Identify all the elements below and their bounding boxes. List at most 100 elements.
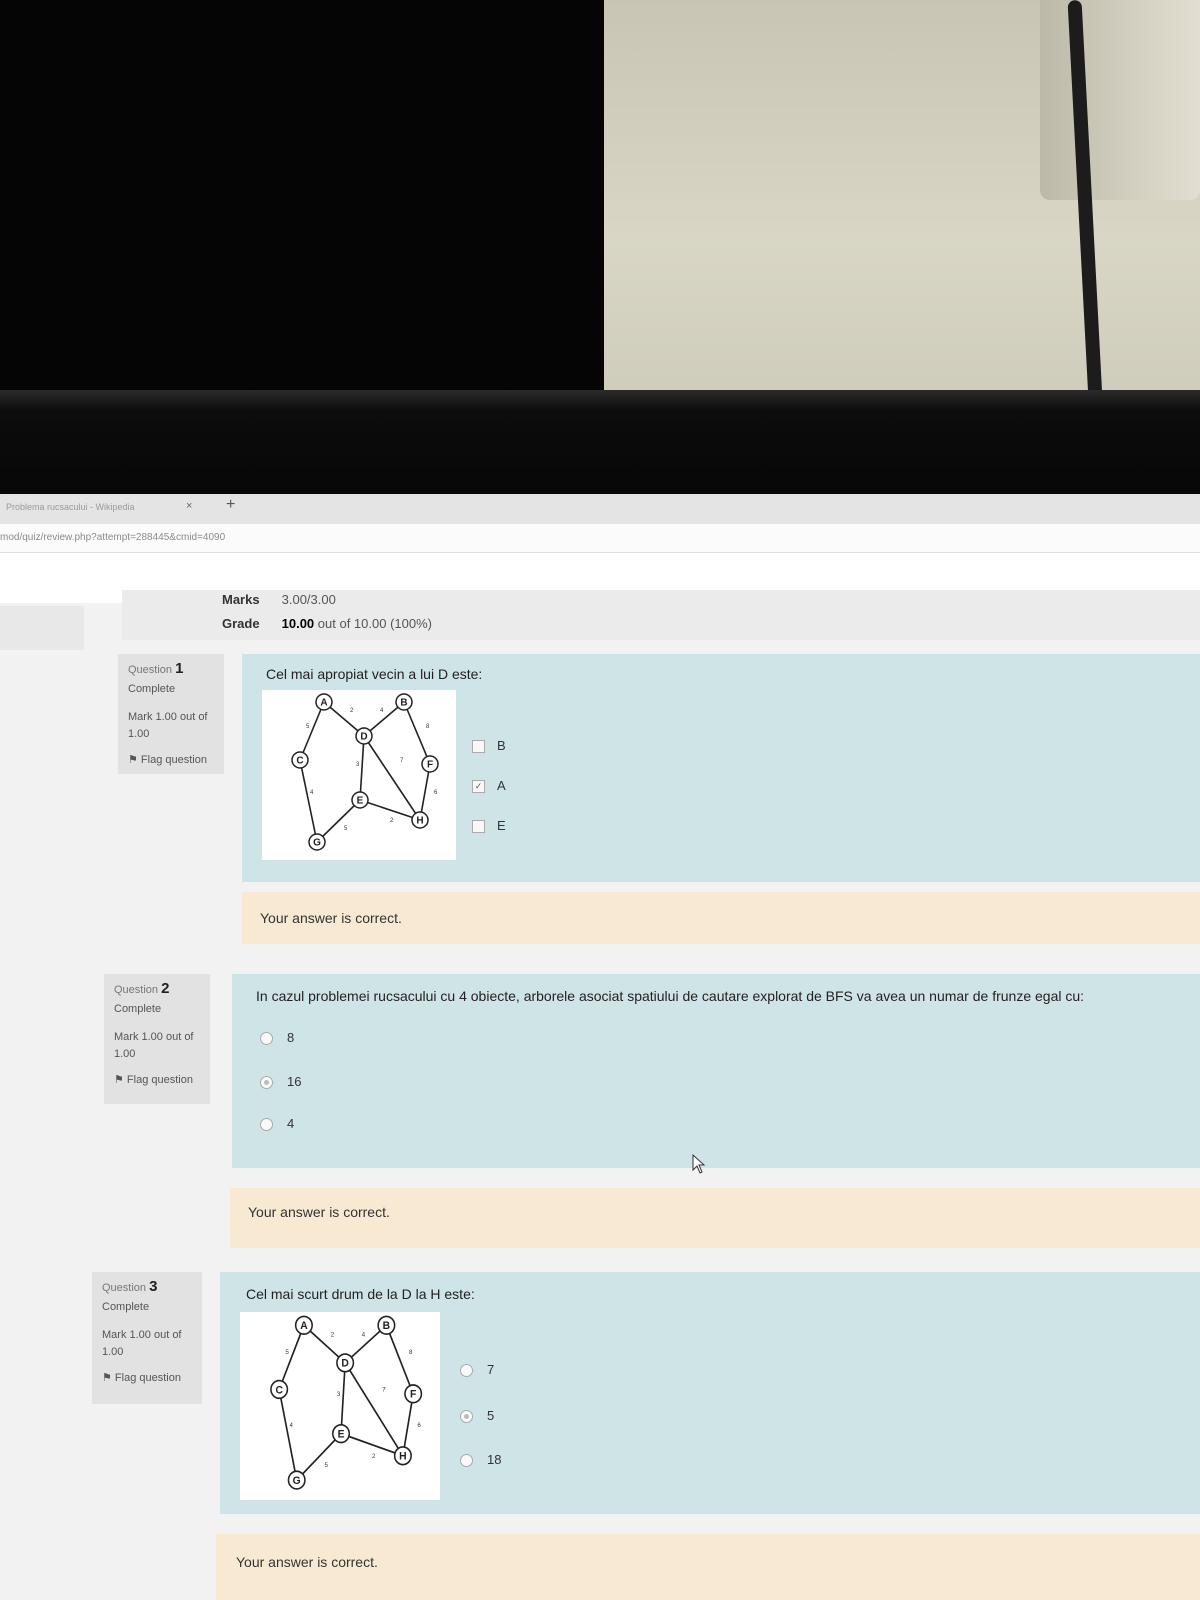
- graph-edge: [278, 1389, 298, 1481]
- answer-option[interactable]: 7: [460, 1362, 494, 1378]
- grade-row: Grade 10.00 out of 10.00 (100%): [222, 616, 432, 631]
- question-info-3: Question 3 Complete Mark 1.00 out of 1.0…: [92, 1272, 202, 1404]
- node-label: A: [300, 1320, 308, 1332]
- node-label: F: [427, 760, 433, 771]
- edge-weight: 6: [417, 1422, 421, 1429]
- node-label: B: [400, 698, 407, 709]
- node-label: C: [275, 1384, 283, 1396]
- question-state: Complete: [128, 683, 176, 695]
- node-label: D: [341, 1357, 349, 1369]
- tab-close-icon[interactable]: ×: [186, 500, 192, 512]
- question-state: Complete: [114, 1003, 162, 1015]
- graph-image: 5 2 4 8 3 7 4 6 5 2 A B C D E F G H: [262, 690, 456, 860]
- left-block: [0, 606, 84, 650]
- browser-tab[interactable]: Problema rucsacului - Wikipedia: [6, 502, 135, 512]
- feedback-text: Your answer is correct.: [236, 1554, 378, 1570]
- grade-label: Grade: [222, 616, 260, 631]
- question-mark: Mark 1.00 out of 1.00: [102, 1329, 182, 1358]
- node-label: E: [357, 796, 364, 807]
- question-box-3: Cel mai scurt drum de la D la H este: 5 2…: [220, 1272, 1200, 1514]
- answer-option[interactable]: 5: [460, 1408, 494, 1424]
- edge-weight: 4: [380, 708, 384, 714]
- edge-weight: 7: [382, 1386, 386, 1393]
- edge-weight: 4: [310, 790, 314, 796]
- checkbox-icon[interactable]: [472, 820, 485, 834]
- flag-question-link[interactable]: ⚑ Flag question: [114, 1073, 200, 1086]
- flag-question-link[interactable]: ⚑ Flag question: [102, 1371, 192, 1384]
- edge-weight: 8: [426, 724, 430, 730]
- answer-option[interactable]: 16: [260, 1074, 301, 1090]
- edge-weight: 5: [344, 826, 348, 832]
- feedback-text: Your answer is correct.: [260, 910, 402, 926]
- graph-edge: [340, 1362, 346, 1434]
- question-number: Question 3: [102, 1278, 158, 1295]
- answer-option[interactable]: 4: [260, 1116, 294, 1132]
- graph-edge: [403, 701, 431, 765]
- node-label: G: [313, 838, 321, 849]
- answer-option[interactable]: E: [472, 818, 506, 834]
- edge-weight: 5: [285, 1349, 289, 1356]
- radio-icon[interactable]: [460, 1454, 473, 1468]
- edge-weight: 4: [289, 1422, 293, 1429]
- url-text[interactable]: mod/quiz/review.php?attempt=288445&cmid=…: [0, 532, 225, 543]
- question-mark: Mark 1.00 out of 1.00: [128, 711, 208, 740]
- edge-weight: 3: [356, 762, 360, 768]
- answer-option[interactable]: ✓ A: [472, 778, 506, 794]
- checkbox-icon[interactable]: [472, 740, 485, 754]
- question-box-2: In cazul problemei rucsacului cu 4 obiec…: [232, 974, 1200, 1168]
- edge-weight: 7: [400, 758, 404, 764]
- graph-diagram: 5 2 4 8 3 7 4 6 5 2 A B C D E F G H: [291, 693, 439, 851]
- address-bar[interactable]: mod/quiz/review.php?attempt=288445&cmid=…: [0, 524, 1200, 553]
- edge-weight: 2: [331, 1331, 335, 1338]
- node-label: G: [293, 1475, 301, 1487]
- question-mark: Mark 1.00 out of 1.00: [114, 1031, 194, 1060]
- radio-selected-icon[interactable]: [460, 1410, 473, 1424]
- review-summary: Marks 3.00/3.00 Grade 10.00 out of 10.00…: [122, 590, 1200, 640]
- question-text: Cel mai apropiat vecin a lui D este:: [266, 666, 483, 682]
- node-label: H: [416, 816, 423, 827]
- graph-edge: [296, 1433, 342, 1481]
- question-text: In cazul problemei rucsacului cu 4 obiec…: [256, 988, 1085, 1004]
- question-info-1: Question 1 Complete Mark 1.00 out of 1.0…: [118, 654, 224, 774]
- graph-edge: [299, 759, 318, 843]
- grade-value: 10.00: [281, 616, 315, 631]
- answer-option[interactable]: 18: [460, 1452, 501, 1468]
- node-label: A: [320, 698, 327, 709]
- radio-icon[interactable]: [260, 1032, 273, 1046]
- graph-edge: [316, 799, 361, 843]
- feedback-text: Your answer is correct.: [248, 1204, 390, 1220]
- grade-out-of: out of 10.00: [317, 616, 387, 631]
- feedback-box-2: Your answer is correct.: [230, 1188, 1200, 1248]
- edge-weight: 6: [434, 790, 438, 796]
- question-number: Question 1: [128, 660, 184, 677]
- answer-option[interactable]: 8: [260, 1030, 294, 1046]
- new-tab-icon[interactable]: +: [226, 496, 235, 514]
- question-text: Cel mai scurt drum de la D la H este:: [246, 1286, 475, 1302]
- edge-weight: 5: [306, 724, 310, 730]
- grade-percent: (100%): [390, 616, 433, 631]
- question-number: Question 2: [114, 980, 170, 997]
- checkbox-checked-icon[interactable]: ✓: [472, 780, 485, 794]
- radio-icon[interactable]: [460, 1364, 473, 1378]
- graph-diagram: 5 2 4 8 3 7 4 6 5 2 A B C D E F G H: [270, 1315, 423, 1490]
- radio-icon[interactable]: [260, 1118, 273, 1132]
- graph-edge: [359, 735, 365, 801]
- flag-question-link[interactable]: ⚑ Flag question: [128, 753, 214, 766]
- edge-weight: 2: [390, 818, 394, 824]
- marks-label: Marks: [222, 592, 260, 607]
- feedback-box-1: Your answer is correct.: [242, 892, 1200, 944]
- browser-tabbar: Problema rucsacului - Wikipedia × +: [0, 494, 1200, 524]
- wall-outlet: [1040, 0, 1200, 200]
- graph-edge: [359, 799, 421, 821]
- radio-selected-icon[interactable]: [260, 1076, 273, 1090]
- marks-row: Marks 3.00/3.00: [222, 592, 336, 607]
- edge-weight: 2: [372, 1453, 376, 1460]
- graph-edge: [299, 701, 325, 761]
- edge-weight: 5: [325, 1462, 329, 1469]
- answer-option[interactable]: B: [472, 738, 506, 754]
- graph-edge: [344, 1362, 404, 1457]
- feedback-box-3: Your answer is correct.: [216, 1534, 1200, 1600]
- mouse-cursor-icon: [692, 1154, 706, 1174]
- graph-edge: [278, 1324, 305, 1390]
- graph-edge: [385, 1324, 414, 1395]
